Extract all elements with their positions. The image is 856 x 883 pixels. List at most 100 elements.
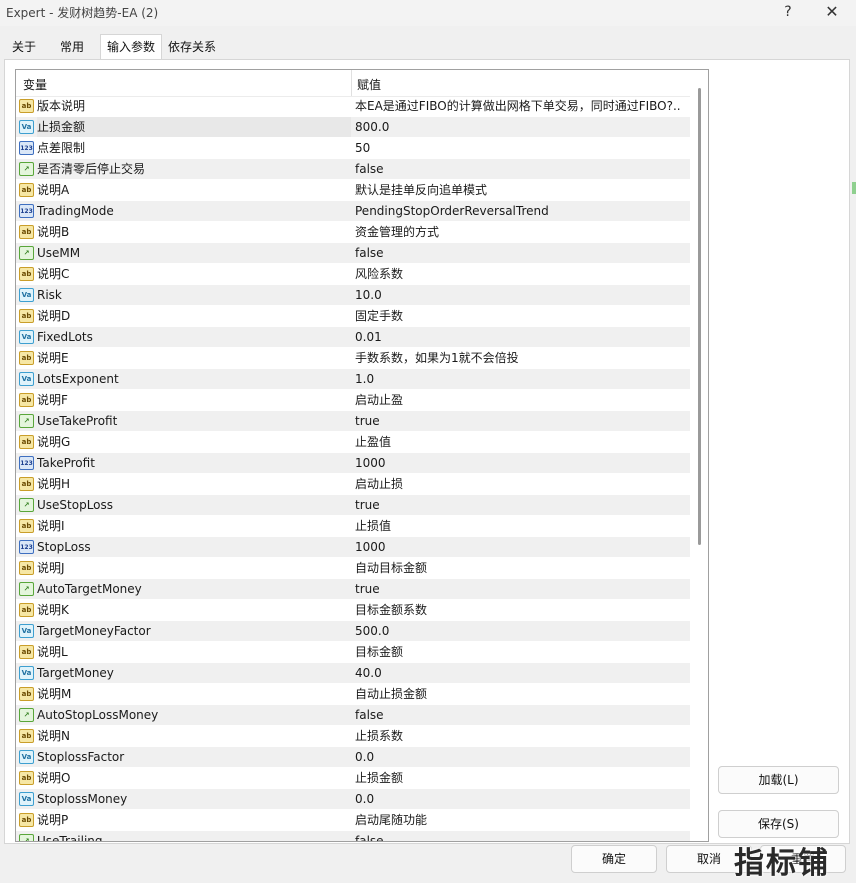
parameter-value[interactable]: 目标金额 [355,642,688,662]
parameter-value[interactable]: 启动止盈 [355,390,688,410]
double-type-icon: Va [19,624,34,638]
table-row[interactable]: ab 说明B 资金管理的方式 [16,222,690,243]
table-row[interactable]: Va TargetMoney 40.0 [16,663,690,684]
parameter-value[interactable]: 0.0 [355,789,688,809]
table-row[interactable]: ab 说明N 止损系数 [16,726,690,747]
table-row[interactable]: ab 说明A 默认是挂单反向追单模式 [16,180,690,201]
parameter-value[interactable]: 1.0 [355,369,688,389]
header-separator[interactable] [351,70,352,96]
parameter-value[interactable]: 40.0 [355,663,688,683]
table-row[interactable]: ab 说明I 止损值 [16,516,690,537]
table-row[interactable]: Va StoplossFactor 0.0 [16,747,690,768]
parameter-value[interactable]: 1000 [355,453,688,473]
table-row[interactable]: ab 版本说明 本EA是通过FIBO的计算做出网格下单交易，同时通过FIBO?.. [16,96,690,117]
parameter-value[interactable]: PendingStopOrderReversalTrend [355,201,688,221]
table-row[interactable]: ↗ UseMM false [16,243,690,264]
close-button[interactable]: ✕ [812,0,852,24]
table-row[interactable]: ab 说明O 止损金额 [16,768,690,789]
table-row[interactable]: ab 说明J 自动目标金额 [16,558,690,579]
table-row[interactable]: Va 止损金额 800.0 [16,117,690,138]
table-row[interactable]: Va TargetMoneyFactor 500.0 [16,621,690,642]
table-row[interactable]: Va FixedLots 0.01 [16,327,690,348]
table-row[interactable]: Va LotsExponent 1.0 [16,369,690,390]
integer-type-icon: 123 [19,141,34,155]
double-type-icon: Va [19,666,34,680]
header-value[interactable]: 赋值 [357,76,381,93]
parameter-name: TakeProfit [37,456,95,470]
parameter-value[interactable]: 资金管理的方式 [355,222,688,242]
table-row[interactable]: ↗ UseTrailing false [16,831,690,841]
parameter-value[interactable]: true [355,411,688,431]
parameter-value[interactable]: 启动止损 [355,474,688,494]
parameter-name: 说明B [37,225,70,239]
tab-common[interactable]: 常用 [50,36,94,58]
table-row[interactable]: ↗ UseStopLoss true [16,495,690,516]
vertical-scrollbar[interactable] [692,70,708,841]
table-row[interactable]: ↗ AutoTargetMoney true [16,579,690,600]
parameter-value[interactable]: 手数系数，如果为1就不会倍投 [355,348,688,368]
parameter-value[interactable]: 风险系数 [355,264,688,284]
parameter-value[interactable]: 止损金额 [355,768,688,788]
parameter-value[interactable]: 50 [355,138,688,158]
string-type-icon: ab [19,687,34,701]
parameter-name: 说明A [37,183,70,197]
parameter-value[interactable]: false [355,705,688,725]
tab-inputs[interactable]: 输入参数 [100,34,162,60]
parameter-value[interactable]: 1000 [355,537,688,557]
table-row[interactable]: Va Risk 10.0 [16,285,690,306]
table-row[interactable]: ab 说明G 止盈值 [16,432,690,453]
table-row[interactable]: ab 说明M 自动止损金额 [16,684,690,705]
parameter-value[interactable]: 固定手数 [355,306,688,326]
table-row[interactable]: ab 说明F 启动止盈 [16,390,690,411]
parameter-value[interactable]: 止盈值 [355,432,688,452]
parameter-value[interactable]: 0.0 [355,747,688,767]
parameter-value[interactable]: 自动止损金额 [355,684,688,704]
parameter-name: StoplossFactor [37,750,125,764]
table-row[interactable]: 123 TradingMode PendingStopOrderReversalTr… [16,201,690,222]
parameter-value[interactable]: 止损系数 [355,726,688,746]
load-button[interactable]: 加载(L) [718,766,839,794]
bool-type-icon: ↗ [19,708,34,722]
parameter-value[interactable]: 500.0 [355,621,688,641]
table-row[interactable]: 123 StopLoss 1000 [16,537,690,558]
parameter-value[interactable]: 止损值 [355,516,688,536]
parameter-name: 说明H [37,477,71,491]
tab-dependencies[interactable]: 依存关系 [164,36,220,58]
parameter-value[interactable]: false [355,831,688,841]
help-button[interactable]: ? [768,0,808,24]
parameter-value[interactable]: true [355,579,688,599]
parameter-value[interactable]: 默认是挂单反向追单模式 [355,180,688,200]
parameter-name: LotsExponent [37,372,119,386]
scrollbar-thumb[interactable] [698,88,701,545]
window-title: Expert - 发财树趋势-EA (2) [6,6,159,20]
save-button[interactable]: 保存(S) [718,810,839,838]
table-row[interactable]: ↗ AutoStopLossMoney false [16,705,690,726]
table-row[interactable]: ab 说明L 目标金额 [16,642,690,663]
ok-button[interactable]: 确定 [571,845,657,873]
table-row[interactable]: 123 点差限制 50 [16,138,690,159]
parameter-value[interactable]: 自动目标金额 [355,558,688,578]
parameter-value[interactable]: 启动尾随功能 [355,810,688,830]
table-row[interactable]: ab 说明K 目标金额系数 [16,600,690,621]
bool-type-icon: ↗ [19,414,34,428]
header-variable[interactable]: 变量 [23,76,47,93]
parameter-value[interactable]: 800.0 [355,117,688,137]
table-row[interactable]: 123 TakeProfit 1000 [16,453,690,474]
table-row[interactable]: Va StoplossMoney 0.0 [16,789,690,810]
table-row[interactable]: ab 说明D 固定手数 [16,306,690,327]
double-type-icon: Va [19,750,34,764]
parameter-value[interactable]: true [355,495,688,515]
parameter-value[interactable]: 目标金额系数 [355,600,688,620]
table-row[interactable]: ab 说明H 启动止损 [16,474,690,495]
parameter-value[interactable]: 0.01 [355,327,688,347]
parameter-value[interactable]: false [355,159,688,179]
table-row[interactable]: ab 说明E 手数系数，如果为1就不会倍投 [16,348,690,369]
table-row[interactable]: ab 说明P 启动尾随功能 [16,810,690,831]
table-row[interactable]: ↗ UseTakeProfit true [16,411,690,432]
parameter-value[interactable]: 本EA是通过FIBO的计算做出网格下单交易，同时通过FIBO?.. [355,96,688,116]
tab-about[interactable]: 关于 [2,36,46,58]
table-row[interactable]: ↗ 是否清零后停止交易 false [16,159,690,180]
parameter-value[interactable]: false [355,243,688,263]
parameter-value[interactable]: 10.0 [355,285,688,305]
table-row[interactable]: ab 说明C 风险系数 [16,264,690,285]
